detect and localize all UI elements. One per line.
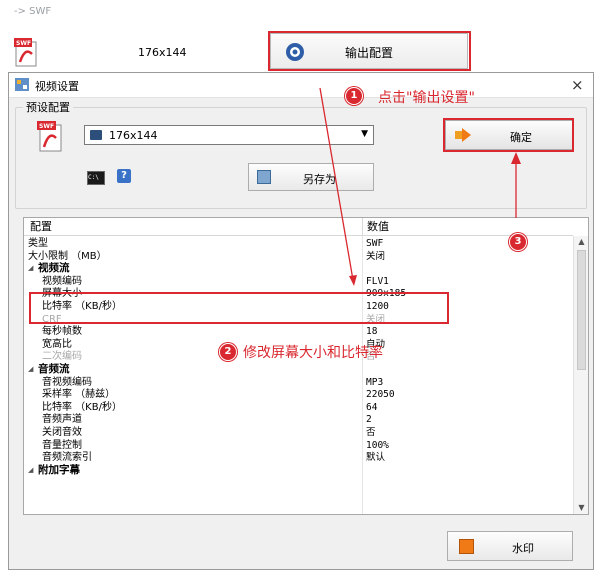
annotation-text-1: 点击"输出设置"	[378, 90, 475, 106]
arrow-line-1	[319, 87, 354, 281]
arrowhead-1	[349, 275, 357, 286]
step-badge-2: 2	[219, 343, 237, 361]
arrowhead-3	[511, 152, 521, 164]
annotation-arrows	[319, 87, 521, 286]
step-badge-1: 1	[345, 87, 363, 105]
step-badge-3: 3	[509, 233, 527, 251]
annotation-text-2: 修改屏幕大小和比特率	[243, 345, 383, 361]
